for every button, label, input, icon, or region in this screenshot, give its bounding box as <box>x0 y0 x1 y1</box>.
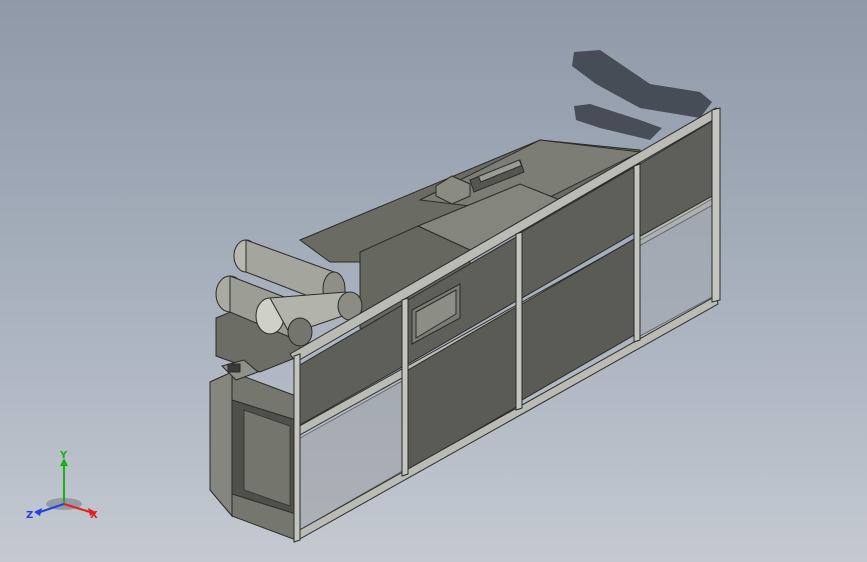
cad-model-view[interactable] <box>0 0 867 562</box>
x-axis-label: X <box>90 510 98 521</box>
z-axis-arrow <box>34 508 42 516</box>
reference-triad[interactable]: Y X Z <box>24 446 104 526</box>
z-axis-label: Z <box>26 510 33 521</box>
y-axis-label: Y <box>59 450 68 461</box>
graphics-viewport[interactable]: Y X Z <box>0 0 867 562</box>
